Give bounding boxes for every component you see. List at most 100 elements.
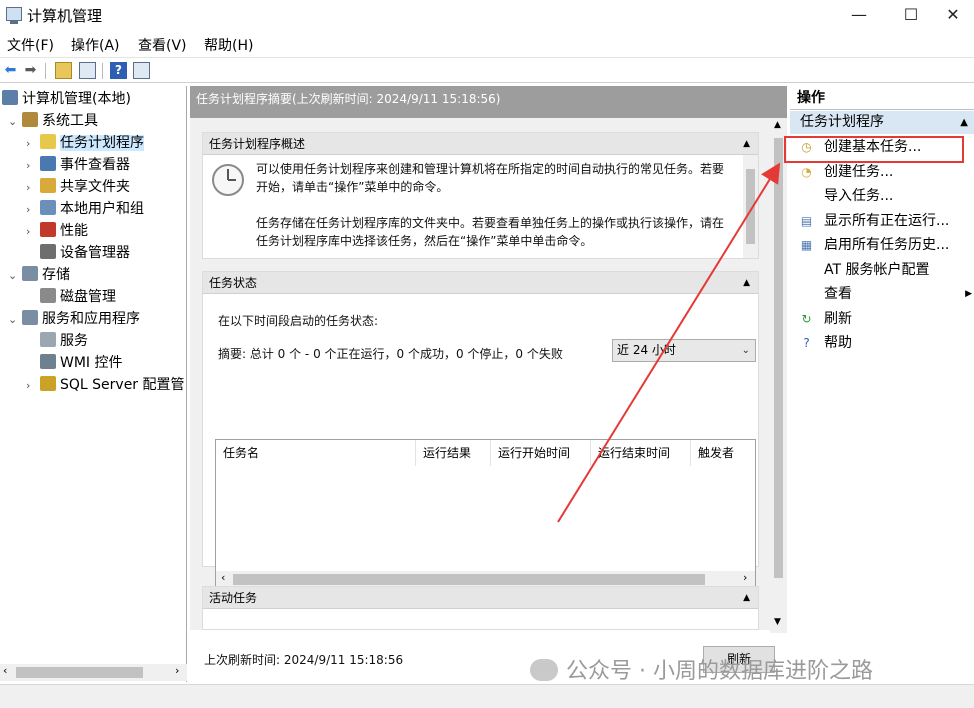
forward-arrow-icon[interactable]: ➡ (22, 62, 39, 79)
action-item-label: 创建任务... (824, 163, 894, 180)
column-run-start[interactable]: 运行开始时间 (491, 440, 591, 466)
menu-view[interactable]: 查看(V) (138, 35, 187, 55)
menu-help[interactable]: 帮助(H) (204, 35, 253, 55)
active-tasks-header[interactable]: 活动任务 ▲ (203, 587, 758, 609)
performance-icon (40, 222, 56, 237)
back-arrow-icon[interactable]: ⬅ (2, 62, 19, 79)
collapse-caret-icon[interactable]: ▲ (743, 272, 750, 294)
highlight-box (784, 136, 964, 163)
chevron-right-icon[interactable]: › (26, 375, 40, 396)
tree-item-label: SQL Server 配置管 (60, 377, 185, 393)
overview-para1-line2: 开始，请单击“操作”菜单中的命令。 (256, 180, 449, 194)
chevron-right-icon[interactable]: › (26, 133, 40, 154)
tree-item-label: 性能 (60, 223, 88, 239)
tree-item[interactable]: › 本地用户和组 (26, 199, 144, 220)
watermark: 公众号 · 小周的数据库进阶之路 (530, 653, 873, 685)
time-range-select[interactable]: 近 24 小时 ⌄ (612, 339, 756, 362)
maximize-button[interactable]: ☐ (888, 0, 934, 30)
tree-item[interactable]: › 事件查看器 (26, 155, 130, 176)
tree-item[interactable]: › 任务计划程序 (26, 133, 144, 154)
status-bar (0, 684, 974, 708)
collapse-caret-icon[interactable]: ▲ (743, 133, 750, 155)
overview-section: 任务计划程序概述 ▲ 可以使用任务计划程序来创建和管理计算机将在所指定的时间自动… (202, 132, 759, 259)
event-viewer-icon (40, 156, 56, 171)
tree-item[interactable]: 服务 (26, 331, 88, 352)
tree-item[interactable]: ⌄ 服务和应用程序 (8, 309, 140, 330)
disk-icon (40, 288, 56, 303)
clock-icon (40, 134, 56, 149)
storage-icon (22, 266, 38, 281)
close-button[interactable]: ✕ (930, 0, 974, 30)
action-item-label: 显示所有正在运行... (824, 212, 950, 229)
collapse-caret-icon[interactable]: ▲ (743, 587, 750, 609)
tree-item[interactable]: ⌄ 系统工具 (8, 111, 98, 132)
action-item-label: 启用所有任务历史... (824, 237, 950, 253)
tree-item-label: 系统工具 (42, 113, 98, 129)
tree-item-label: 设备管理器 (60, 245, 130, 261)
column-task-name[interactable]: 任务名 (216, 440, 416, 466)
tree-item[interactable]: › SQL Server 配置管 (26, 375, 185, 396)
tree-item[interactable]: 计算机管理(本地) (2, 89, 131, 110)
action-item[interactable]: ? 帮助 (790, 332, 974, 355)
action-item[interactable]: AT 服务帐户配置 (790, 259, 974, 282)
chevron-right-icon[interactable]: › (26, 177, 40, 198)
action-item[interactable]: ▦ 启用所有任务历史... (790, 234, 974, 257)
chevron-down-icon[interactable]: ⌄ (8, 265, 22, 286)
menu-action[interactable]: 操作(A) (71, 35, 120, 55)
task-status-table: 任务名 运行结果 运行开始时间 运行结束时间 触发者 ‹ › (215, 439, 756, 589)
window-title: 计算机管理 (27, 7, 103, 25)
overview-para2-line1: 任务存储在任务计划程序库的文件夹中。若要查看单独任务上的操作或执行该操作，请在 (256, 216, 725, 230)
menu-file[interactable]: 文件(F) (7, 35, 54, 55)
tree-item-label: 存储 (42, 267, 70, 283)
chevron-right-icon[interactable]: › (26, 221, 40, 242)
tree-horizontal-scrollbar[interactable]: ‹ › (0, 664, 187, 681)
chevron-down-icon[interactable]: ⌄ (8, 111, 22, 132)
action-item[interactable]: 导入任务... (790, 185, 974, 208)
tree-item-label: 服务和应用程序 (42, 311, 140, 327)
task-status-header[interactable]: 任务状态 ▲ (203, 272, 758, 294)
action-item-label: AT 服务帐户配置 (824, 261, 930, 278)
tree-item-label: 计算机管理(本地) (22, 91, 131, 107)
chevron-right-icon[interactable]: › (26, 199, 40, 220)
computer-icon (2, 90, 18, 105)
action-item[interactable]: ◔ 创建任务... (790, 161, 974, 184)
chevron-right-icon[interactable]: › (26, 155, 40, 176)
action-item[interactable]: ▤ 显示所有正在运行... (790, 210, 974, 233)
overview-para2-line2: 任务计划程序库中选择该任务，然后在“操作”菜单中单击命令。 (256, 234, 593, 248)
create-task-icon: ◔ (801, 164, 812, 179)
chevron-down-icon[interactable]: ⌄ (8, 309, 22, 330)
action-pane-icon[interactable] (133, 62, 150, 79)
summary-body: 任务计划程序概述 ▲ 可以使用任务计划程序来创建和管理计算机将在所指定的时间自动… (190, 118, 770, 630)
tree-item[interactable]: › 性能 (26, 221, 88, 242)
show-hide-tree-icon[interactable] (79, 62, 96, 79)
device-manager-icon (40, 244, 56, 259)
minimize-button[interactable]: — (836, 0, 882, 30)
status-period-label: 在以下时间段启动的任务状态: (218, 314, 379, 328)
tree-item[interactable]: › 共享文件夹 (26, 177, 130, 198)
services-apps-icon (22, 310, 38, 325)
tree-item[interactable]: 设备管理器 (26, 243, 130, 264)
active-tasks-section: 活动任务 ▲ (202, 586, 759, 630)
actions-group-task-scheduler[interactable]: 任务计划程序 ▲ (790, 111, 974, 134)
up-folder-icon[interactable] (55, 62, 72, 79)
help-icon[interactable]: ? (110, 62, 127, 79)
tools-icon (22, 112, 38, 127)
tree-item[interactable]: 磁盘管理 (26, 287, 116, 308)
tree-item[interactable]: WMI 控件 (26, 353, 123, 374)
column-run-end[interactable]: 运行结束时间 (591, 440, 691, 466)
tree-item-label: 事件查看器 (60, 157, 130, 173)
refresh-icon: ↻ (801, 311, 812, 326)
navigation-tree: 计算机管理(本地) ⌄ 系统工具 › 任务计划程序 › 事件查看器 › 共享文件夹 › 本地用户和组… (0, 86, 187, 682)
action-item[interactable]: ↻ 刷新 (790, 308, 974, 331)
column-triggered-by[interactable]: 触发者 (691, 440, 755, 466)
action-item-label: 导入任务... (824, 188, 894, 204)
collapse-caret-icon[interactable]: ▲ (960, 111, 968, 134)
overview-para1-line1: 可以使用任务计划程序来创建和管理计算机将在所指定的时间自动执行的常见任务。若要 (256, 162, 725, 176)
action-item[interactable]: 查看 ▶ (790, 283, 974, 306)
summary-vertical-scrollbar[interactable]: ▲ ▼ (770, 118, 787, 633)
column-run-result[interactable]: 运行结果 (416, 440, 491, 466)
overview-header[interactable]: 任务计划程序概述 ▲ (203, 133, 758, 155)
tree-item[interactable]: ⌄ 存储 (8, 265, 70, 286)
overview-scrollbar[interactable] (743, 155, 758, 258)
action-item-label: 刷新 (824, 310, 852, 327)
